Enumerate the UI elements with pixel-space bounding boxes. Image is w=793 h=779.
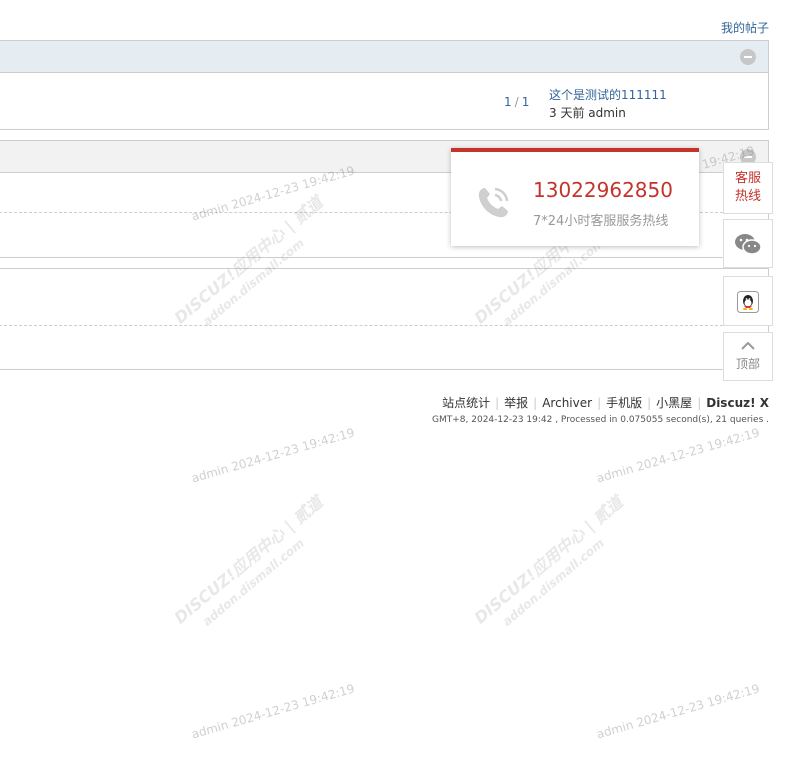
page-indicator: 1/1: [504, 95, 530, 109]
hotline-label: 热线: [734, 189, 761, 204]
watermark-brand: DISCUZ!应用中心 | 贰道: [470, 492, 627, 628]
footer-processing-info: GMT+8, 2024-12-23 19:42 , Processed in 0…: [432, 415, 769, 425]
collapse-icon[interactable]: [740, 49, 756, 65]
hotline-button[interactable]: 客服 热线: [723, 162, 773, 214]
footer-link-archiver[interactable]: Archiver: [542, 396, 592, 410]
qq-button[interactable]: [723, 276, 773, 326]
wechat-icon: [734, 234, 762, 259]
wechat-button[interactable]: [723, 219, 773, 268]
last-post-meta: 3 天前 admin: [549, 106, 626, 120]
row-divider: [0, 325, 768, 326]
phone-icon: [473, 183, 513, 226]
online-panel: [0, 268, 769, 370]
hotline-label: 客服: [734, 171, 761, 186]
watermark-brand: DISCUZ!应用中心 | 贰道: [170, 492, 327, 628]
hotline-popup: 13022962850 7*24小时客服服务热线: [451, 148, 699, 246]
my-posts-link[interactable]: 我的帖子: [721, 19, 769, 36]
panel-header: [0, 41, 768, 73]
qq-icon: [737, 291, 759, 316]
watermark-stamp: admin 2024-12-23 19:42:19: [190, 425, 357, 486]
back-to-top-label: 顶部: [735, 357, 760, 371]
footer-link-stats[interactable]: 站点统计: [442, 396, 490, 410]
last-post-title[interactable]: 这个是测试的111111: [549, 86, 667, 103]
watermark-stamp: admin 2024-12-23 19:42:19: [190, 681, 357, 742]
back-to-top-button[interactable]: 顶部: [723, 332, 773, 381]
footer-brand[interactable]: Discuz! X: [706, 396, 769, 410]
footer-links: 站点统计 | 举报 | Archiver | 手机版 | 小黑屋 | Discuz! X: [442, 396, 769, 410]
watermark-stamp: admin 2024-12-23 19:42:19: [595, 681, 762, 742]
footer-link-report[interactable]: 举报: [504, 396, 528, 410]
footer-link-blackroom[interactable]: 小黑屋: [656, 396, 692, 410]
hotline-description: 7*24小时客服服务热线: [533, 214, 669, 229]
chevron-up-icon: [741, 339, 755, 353]
footer-link-mobile[interactable]: 手机版: [606, 396, 642, 410]
hotline-number[interactable]: 13022962850: [533, 178, 673, 202]
forum-category-panel: 1/1 这个是测试的111111 3 天前 admin: [0, 40, 769, 130]
watermark-stamp: admin 2024-12-23 19:42:19: [595, 425, 762, 486]
